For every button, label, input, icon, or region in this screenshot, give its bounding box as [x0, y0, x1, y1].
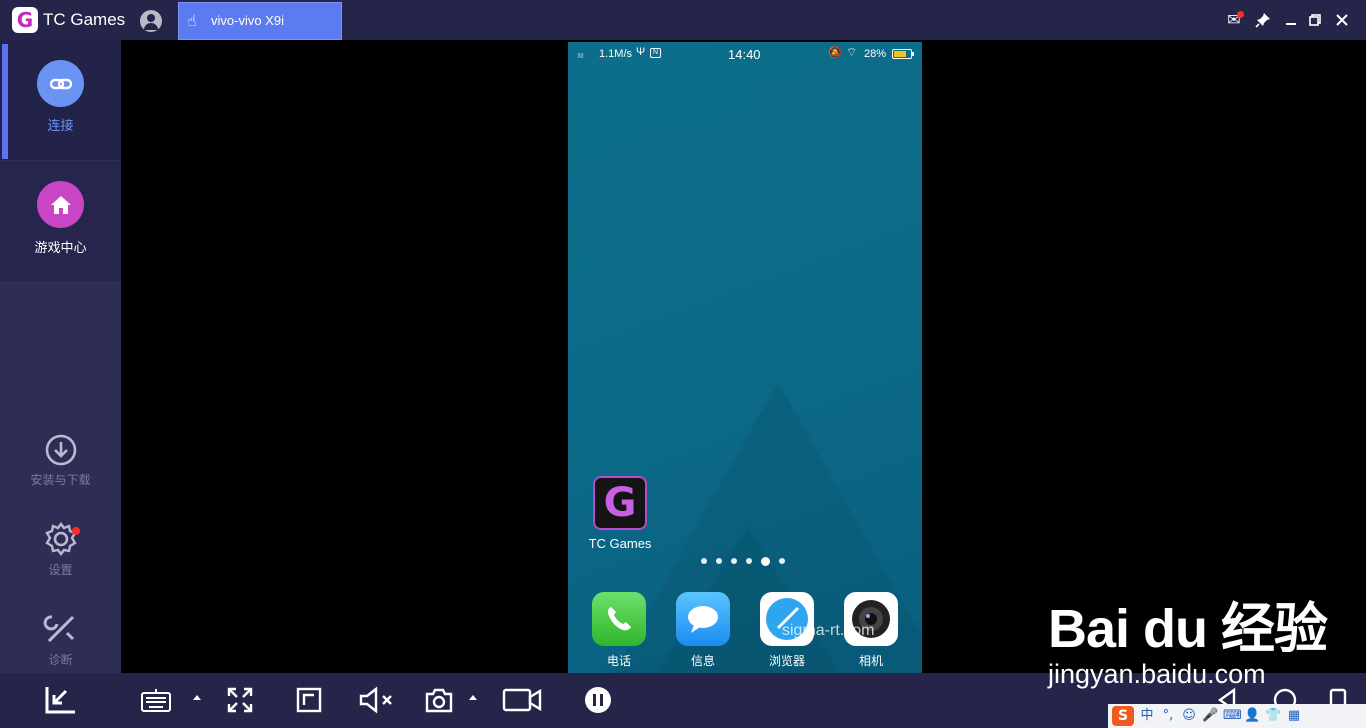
app-label: 相机	[858, 654, 883, 668]
keyboard-menu-caret[interactable]	[193, 695, 201, 700]
mute-icon[interactable]	[358, 685, 396, 715]
phone-icon	[592, 592, 646, 646]
app-tc-games[interactable]: G TC Games	[588, 476, 652, 551]
tc-games-app-icon: G	[593, 476, 647, 530]
signal-icon: ıııı	[577, 50, 584, 60]
settings-badge	[72, 527, 80, 535]
screenshot-icon[interactable]	[424, 685, 454, 715]
tool-label: 诊断	[48, 653, 73, 667]
minimize-icon[interactable]	[1279, 8, 1303, 32]
nfc-icon: N	[650, 48, 661, 58]
app-label: TC Games	[588, 536, 652, 551]
sidebar-item-label: 连接	[47, 119, 74, 134]
app-label: 浏览器	[768, 654, 805, 668]
sidebar-item-label: 游戏中心	[34, 241, 87, 256]
app-label: 电话	[606, 654, 631, 668]
sidebar-item-settings[interactable]: 设置	[0, 521, 121, 578]
page-dot	[746, 558, 752, 564]
emoji-icon[interactable]: ☺	[1181, 706, 1197, 726]
app-logo: G	[12, 7, 38, 33]
screenshot-menu-caret[interactable]	[469, 695, 477, 700]
page-dot-active	[761, 556, 770, 566]
touch-hand-icon: ☝	[187, 11, 197, 30]
battery-percent: 28%	[864, 48, 887, 60]
ime-chinese-mode[interactable]: 中	[1139, 706, 1155, 726]
message-icon	[676, 592, 730, 646]
sidebar-item-diagnose[interactable]: 诊断	[0, 611, 121, 668]
keyboard-icon[interactable]	[140, 685, 172, 715]
baidu-brand: Bai du 经验	[1048, 599, 1328, 659]
page-indicator	[701, 556, 785, 566]
baidu-url: jingyan.baidu.com	[1048, 659, 1266, 689]
fullscreen-icon[interactable]	[226, 685, 254, 715]
phone-status-bar: ıııı 1.1M/s Ψ N 14:40 🔕 ⌔ 28%	[568, 42, 922, 66]
baidu-watermark: Bai du 经验 jingyan.baidu.com	[1048, 584, 1328, 690]
status-time: 14:40	[728, 47, 761, 62]
fit-window-icon[interactable]	[295, 685, 323, 715]
sogou-logo-icon[interactable]: S	[1112, 706, 1134, 726]
download-icon	[45, 434, 76, 466]
mute-bell-icon: 🔕	[828, 47, 842, 59]
user-avatar-icon[interactable]	[140, 10, 162, 32]
sidebar-item-game-center[interactable]: 游戏中心	[0, 161, 121, 281]
sidebar-item-connect[interactable]: 连接	[0, 40, 121, 160]
mail-icon[interactable]: ✉	[1222, 8, 1246, 32]
ime-punctuation[interactable]: °,	[1160, 706, 1176, 726]
page-dot	[731, 558, 737, 564]
sidebar-item-install-download[interactable]: 安装与下载	[0, 433, 121, 488]
page-dot	[779, 558, 785, 564]
page-dot	[701, 558, 707, 564]
net-speed: 1.1M/s	[599, 48, 633, 60]
title-bar: G TC Games ☝ vivo-vivo X9i ✉	[0, 0, 1366, 40]
sigma-watermark: sigma-rt.com	[782, 622, 875, 639]
gear-icon	[44, 522, 77, 556]
wifi-icon: ⌔	[846, 45, 858, 59]
home-icon	[37, 181, 84, 228]
pause-icon[interactable]	[584, 685, 612, 715]
device-tab-label: vivo-vivo X9i	[211, 13, 284, 28]
device-tab[interactable]: ☝ vivo-vivo X9i	[178, 2, 342, 40]
link-icon	[37, 60, 84, 107]
page-dot	[716, 558, 722, 564]
skin-shirt-icon[interactable]: 👕	[1265, 706, 1281, 726]
battery-icon	[892, 49, 914, 59]
keyboard-icon[interactable]: ⌨	[1223, 706, 1242, 726]
tool-label: 安装与下载	[30, 473, 91, 487]
app-label: 信息	[690, 654, 715, 668]
mail-badge	[1237, 11, 1244, 18]
sidebar: 连接 游戏中心 安装与下载 设置 诊断	[0, 40, 121, 673]
restore-icon[interactable]	[1303, 8, 1327, 32]
collapse-arrow-icon[interactable]	[43, 685, 79, 715]
app-phone[interactable]: 电话	[584, 592, 654, 669]
pin-icon[interactable]	[1251, 8, 1275, 32]
phone-screen-mirror[interactable]: ıııı 1.1M/s Ψ N 14:40 🔕 ⌔ 28% G TC Games	[568, 42, 922, 673]
app-title: TC Games	[43, 10, 126, 29]
active-indicator	[2, 44, 8, 159]
wrench-screwdriver-icon	[43, 615, 74, 643]
tc-games-window: G TC Games ☝ vivo-vivo X9i ✉ 连接 游戏中心 安装与…	[0, 0, 1366, 728]
user-icon[interactable]: 👤	[1244, 706, 1260, 726]
usb-icon: Ψ	[636, 46, 646, 58]
microphone-icon[interactable]: 🎤	[1202, 706, 1218, 726]
ime-toolbar: S 中 °, ☺ 🎤 ⌨ 👤 👕 ▦	[1108, 704, 1366, 728]
close-icon[interactable]	[1330, 8, 1354, 32]
record-icon[interactable]	[502, 685, 542, 715]
toolbox-grid-icon[interactable]: ▦	[1286, 706, 1302, 726]
tool-label: 设置	[48, 563, 73, 577]
app-messages[interactable]: 信息	[668, 592, 738, 669]
